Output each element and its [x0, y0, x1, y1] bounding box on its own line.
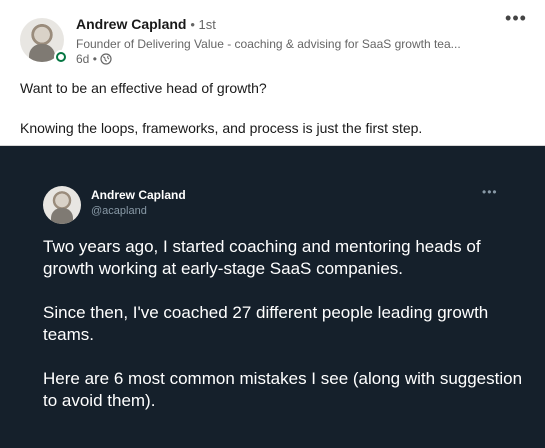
tweet-author-name: Andrew Capland [91, 188, 186, 202]
globe-icon [100, 53, 112, 65]
tweet-author-avatar [43, 186, 81, 224]
post-header: Andrew Capland • 1st Founder of Deliveri… [0, 0, 545, 70]
tweet-paragraph: Since then, I've coached 27 different pe… [43, 303, 489, 344]
tweet-more-icon: ••• [482, 185, 498, 199]
author-avatar[interactable] [20, 18, 68, 64]
tweet-paragraph: Two years ago, I started coaching and me… [43, 237, 481, 278]
connection-degree: 1st [198, 17, 216, 32]
post-paragraph: Want to be an effective head of growth? [20, 80, 267, 96]
post-text: Want to be an effective head of growth? … [20, 78, 530, 138]
post-time: 6d [76, 52, 90, 66]
author-name-line: Andrew Capland • 1st [76, 16, 216, 32]
tweet-body: Two years ago, I started coaching and me… [43, 236, 523, 412]
author-name[interactable]: Andrew Capland [76, 16, 186, 32]
separator-dot: • [92, 52, 101, 66]
author-headline: Founder of Delivering Value - coaching &… [76, 37, 461, 51]
post-paragraph: Knowing the loops, frameworks, and proce… [20, 120, 423, 136]
online-dot-icon [54, 50, 68, 64]
post-meta: 6d • [76, 52, 112, 66]
separator-dot: • [190, 17, 199, 32]
tweet-author-handle: @acapland [91, 205, 147, 217]
more-options-button[interactable]: ••• [500, 9, 532, 32]
tweet-paragraph: Here are 6 most common mistakes I see (a… [43, 369, 523, 410]
